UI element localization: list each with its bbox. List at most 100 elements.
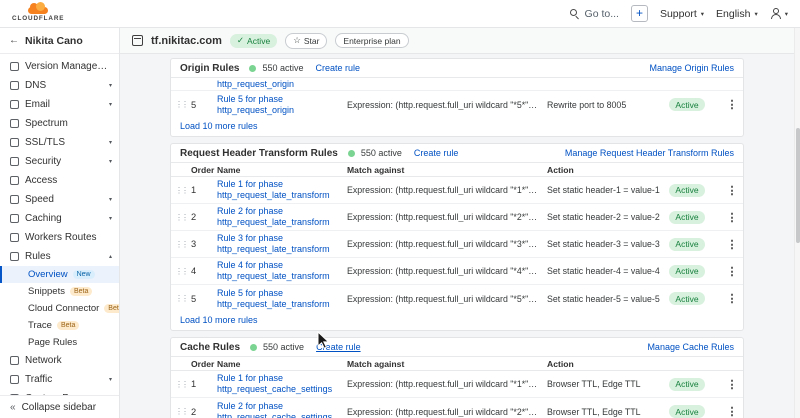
star-button[interactable]: ☆Star [285, 33, 327, 49]
section-title: Request Header Transform Rules [180, 148, 338, 159]
sidebar-badge: Beta [104, 304, 119, 313]
sidebar-item-workers-routes[interactable]: Workers Routes [0, 228, 119, 247]
kebab-menu-icon[interactable]: ⋮ [721, 211, 743, 224]
dns-icon [10, 81, 19, 90]
drag-handle-icon[interactable]: ⋮⋮ [175, 407, 191, 416]
sidebar-item-email[interactable]: Email ▾ [0, 95, 119, 114]
drag-handle-icon[interactable]: ⋮⋮ [175, 380, 191, 389]
sidebar-subitem-label: Cloud Connector [28, 303, 99, 314]
scrollbar[interactable] [794, 28, 800, 418]
chevron-down-icon: ▾ [109, 139, 112, 146]
rule-name-link[interactable]: Rule 4 for phasehttp_request_late_transf… [217, 260, 347, 282]
create-rule-link[interactable]: Create rule [316, 342, 361, 352]
manage-rules-link[interactable]: Manage Origin Rules [649, 63, 734, 73]
kebab-menu-icon[interactable]: ⋮ [721, 292, 743, 305]
rule-name-link[interactable]: Rule 2 for phasehttp_request_cache_setti… [217, 401, 347, 418]
kebab-menu-icon[interactable]: ⋮ [721, 405, 743, 418]
manage-rules-link[interactable]: Manage Request Header Transform Rules [565, 148, 734, 158]
sidebar-item-ssl-tls[interactable]: SSL/TLS▾ [0, 133, 119, 152]
create-rule-link[interactable]: Create rule [315, 63, 360, 73]
sidebar-item-label: DNS [25, 80, 46, 91]
rule-name-link[interactable]: Rule 1 for phasehttp_request_cache_setti… [217, 373, 347, 395]
sidebar-item-caching[interactable]: Caching▾ [0, 209, 119, 228]
sidebar-item-security[interactable]: Security▾ [0, 152, 119, 171]
rule-name-link[interactable]: http_request_origin [217, 79, 347, 90]
rule-name-link[interactable]: Rule 5 for phasehttp_request_late_transf… [217, 288, 347, 310]
version-management-icon [10, 62, 19, 71]
star-icon: ☆ [293, 35, 301, 46]
rule-name-link[interactable]: Rule 3 for phasehttp_request_late_transf… [217, 233, 347, 255]
main-area: tf.nikitac.com ✓Active ☆Star Enterprise … [120, 28, 800, 418]
sidebar-item-snippets[interactable]: SnippetsBeta [0, 283, 119, 300]
sidebar-item-dns[interactable]: DNS▾ [0, 76, 119, 95]
add-button[interactable]: + [631, 5, 648, 22]
rules-section: Request Header Transform Rules 550 activ… [170, 143, 744, 331]
section-header: Request Header Transform Rules 550 activ… [171, 144, 743, 163]
sidebar-item-overview[interactable]: OverviewNew [0, 266, 119, 283]
rule-order: 1 [191, 185, 217, 195]
drag-handle-icon[interactable]: ⋮⋮ [175, 213, 191, 222]
kebab-menu-icon[interactable]: ⋮ [721, 98, 743, 111]
table-row: ⋮⋮ 5 Rule 5 for phasehttp_request_late_t… [171, 285, 743, 312]
load-more-link[interactable]: Load 10 more rules [171, 312, 743, 330]
drag-handle-icon[interactable]: ⋮⋮ [175, 294, 191, 303]
sidebar-item-traffic[interactable]: Traffic▾ [0, 370, 119, 389]
rule-order: 5 [191, 100, 217, 110]
kebab-menu-icon[interactable]: ⋮ [721, 265, 743, 278]
sidebar-item-label: Email [25, 99, 50, 110]
language-menu[interactable]: English ▾ [716, 8, 758, 20]
drag-handle-icon[interactable]: ⋮⋮ [175, 240, 191, 249]
rules-content: Origin Rules 550 active Create rule Mana… [120, 54, 800, 418]
collapse-sidebar-button[interactable]: « Collapse sidebar [0, 395, 119, 418]
scrollbar-thumb[interactable] [796, 128, 800, 243]
chevron-down-icon: ▾ [109, 215, 112, 222]
sidebar-item-speed[interactable]: Speed▾ [0, 190, 119, 209]
rule-expression: Expression: (http.request.full_uri wildc… [347, 239, 547, 249]
plan-badge: Enterprise plan [335, 33, 408, 48]
account-switcher[interactable]: ← Nikita Cano [0, 28, 119, 54]
rule-name-link[interactable]: Rule 2 for phasehttp_request_late_transf… [217, 206, 347, 228]
caching-icon [10, 214, 19, 223]
network-icon [10, 356, 19, 365]
rule-order: 2 [191, 407, 217, 417]
account-menu[interactable]: ▾ [770, 8, 788, 19]
drag-handle-icon[interactable]: ⋮⋮ [175, 267, 191, 276]
rule-action: Set static header-5 = value-5 [547, 294, 669, 304]
table-body: ⋮⋮ http_request_origin ⋮⋮ 5 Rule 5 for p… [171, 78, 743, 118]
goto-search[interactable]: Go to... [569, 8, 619, 20]
create-rule-link[interactable]: Create rule [414, 148, 459, 158]
cloudflare-logo[interactable]: CLOUDFLARE [12, 5, 64, 22]
drag-handle-icon[interactable]: ⋮⋮ [175, 186, 191, 195]
manage-rules-link[interactable]: Manage Cache Rules [647, 342, 734, 352]
rule-action: Set static header-1 = value-1 [547, 185, 669, 195]
load-more-link[interactable]: Load 10 more rules [171, 118, 743, 136]
chevron-down-icon: ▾ [785, 10, 788, 18]
chevron-down-icon: ▾ [754, 10, 757, 18]
section-title: Origin Rules [180, 63, 239, 74]
sidebar-item-access[interactable]: Access [0, 171, 119, 190]
sidebar-nav: Version ManagementDNS▾Email▾SpectrumSSL/… [0, 54, 119, 395]
kebab-menu-icon[interactable]: ⋮ [721, 238, 743, 251]
rule-name-link[interactable]: Rule 1 for phasehttp_request_late_transf… [217, 179, 347, 201]
kebab-menu-icon[interactable]: ⋮ [721, 378, 743, 391]
sidebar-item-page-rules[interactable]: Page Rules [0, 334, 119, 351]
rule-expression: Expression: (http.request.full_uri wildc… [347, 379, 547, 389]
sidebar-item-version-management[interactable]: Version Management [0, 57, 119, 76]
sidebar-item-network[interactable]: Network [0, 351, 119, 370]
star-label: Star [304, 36, 320, 46]
rule-expression: Expression: (http.request.full_uri wildc… [347, 407, 547, 417]
support-menu[interactable]: Support ▾ [660, 8, 704, 20]
column-header: Action [547, 359, 669, 369]
active-dot-icon [250, 344, 257, 351]
sidebar-item-rules[interactable]: Rules▴ [0, 247, 119, 266]
chevron-down-icon: ▾ [109, 101, 112, 108]
search-icon [569, 8, 580, 19]
kebab-menu-icon[interactable]: ⋮ [721, 184, 743, 197]
sidebar-subitem-label: Overview [28, 269, 68, 280]
drag-handle-icon[interactable]: ⋮⋮ [175, 100, 191, 109]
sidebar-badge: Beta [70, 287, 92, 296]
rule-name-link[interactable]: Rule 5 for phasehttp_request_origin [217, 94, 347, 116]
sidebar-item-cloud-connector[interactable]: Cloud Connector Beta [0, 300, 119, 317]
sidebar-item-spectrum[interactable]: Spectrum [0, 114, 119, 133]
sidebar-item-trace[interactable]: TraceBeta [0, 317, 119, 334]
